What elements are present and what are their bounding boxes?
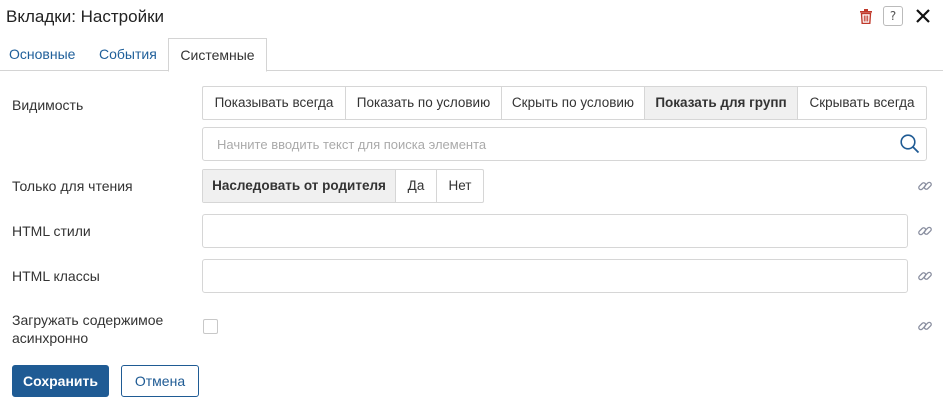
readonly-option-no[interactable]: Нет	[437, 170, 483, 202]
async-load-label-line1: Загружать содержимое	[12, 312, 164, 328]
html-classes-input[interactable]	[202, 259, 908, 293]
tab-bar: Основные События Системные	[0, 38, 943, 72]
async-load-label: Загружать содержимое асинхронно	[12, 311, 163, 347]
async-load-checkbox[interactable]	[203, 319, 218, 334]
tab-main[interactable]: Основные	[9, 38, 75, 71]
trash-icon[interactable]	[859, 7, 873, 25]
help-icon[interactable]: ?	[883, 6, 903, 26]
tab-events[interactable]: События	[99, 38, 157, 71]
visibility-segmented-control: Показывать всегда Показать по условию Ск…	[202, 86, 927, 120]
link-icon[interactable]	[917, 223, 933, 239]
readonly-label: Только для чтения	[12, 178, 133, 194]
visibility-option-always-show[interactable]: Показывать всегда	[203, 87, 346, 119]
async-load-label-line2: асинхронно	[12, 330, 89, 346]
cancel-button[interactable]: Отмена	[121, 365, 199, 397]
link-icon[interactable]	[917, 178, 933, 194]
readonly-option-yes[interactable]: Да	[396, 170, 437, 202]
visibility-option-show-by-condition[interactable]: Показать по условию	[346, 87, 502, 119]
search-icon[interactable]	[899, 133, 921, 155]
link-icon[interactable]	[917, 268, 933, 284]
close-icon[interactable]	[913, 6, 933, 26]
visibility-option-always-hide[interactable]: Скрывать всегда	[798, 87, 926, 119]
tab-system[interactable]: Системные	[168, 38, 267, 72]
save-button[interactable]: Сохранить	[12, 365, 109, 397]
header-actions: ?	[859, 6, 933, 26]
link-icon[interactable]	[917, 318, 933, 334]
html-styles-label: HTML стили	[12, 223, 91, 239]
visibility-option-hide-by-condition[interactable]: Скрыть по условию	[502, 87, 645, 119]
group-search-input[interactable]	[202, 127, 927, 161]
html-classes-label: HTML классы	[12, 268, 100, 284]
html-styles-input[interactable]	[202, 214, 908, 248]
visibility-option-show-for-groups[interactable]: Показать для групп	[645, 87, 798, 119]
dialog-title: Вкладки: Настройки	[6, 7, 164, 26]
visibility-label: Видимость	[12, 97, 84, 113]
readonly-segmented-control: Наследовать от родителя Да Нет	[202, 169, 484, 203]
readonly-option-inherit[interactable]: Наследовать от родителя	[203, 170, 396, 202]
